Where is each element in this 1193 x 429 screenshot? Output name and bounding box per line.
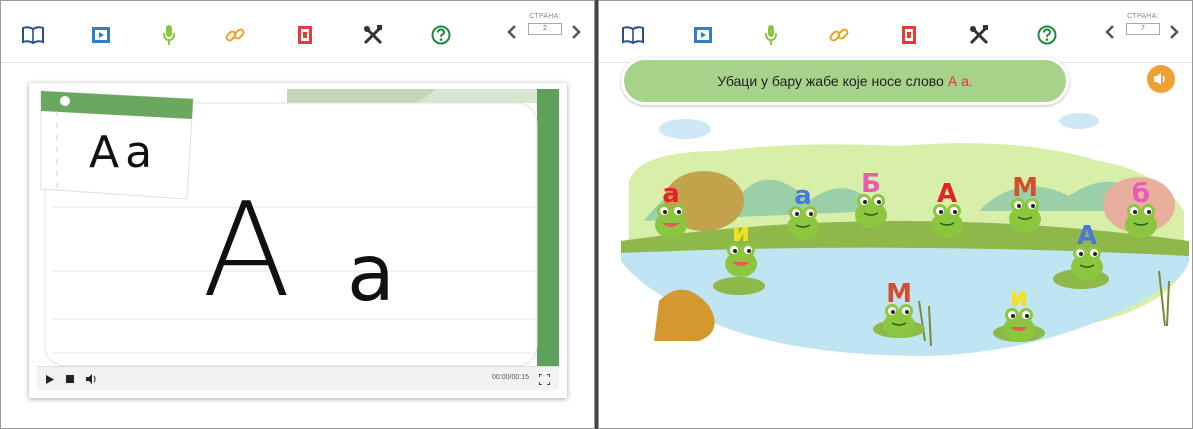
frog-item[interactable]: М (1003, 173, 1047, 235)
microphone-icon[interactable] (759, 23, 783, 47)
fullscreen-icon[interactable] (537, 372, 551, 386)
video-controls: 00:00/00:15 (37, 366, 559, 390)
frog-letter: а (794, 181, 812, 211)
instruction-letter: А а. (947, 73, 973, 89)
page-label: СТРАНА: (529, 13, 561, 20)
frog-item[interactable]: А (925, 179, 969, 241)
frog-letter: а (662, 179, 680, 209)
big-lowercase-letter: a (347, 229, 395, 319)
video-player: Aa A a 00:00/00:15 (29, 83, 567, 398)
page-number-input[interactable]: 2 (528, 23, 562, 35)
frog-letter: и (1009, 283, 1029, 313)
tools-icon[interactable] (967, 23, 991, 47)
tools-icon[interactable] (361, 23, 385, 47)
film-icon[interactable] (691, 23, 715, 47)
microphone-icon[interactable] (157, 23, 181, 47)
page-navigator: СТРАНА: 7 (1102, 13, 1184, 53)
right-panel: СТРАНА: 7 Убаци у бару жабе које носе сл… (598, 0, 1193, 429)
notebook-icon[interactable] (293, 23, 317, 47)
help-icon[interactable] (429, 23, 453, 47)
instruction-text: Убаци у бару жабе које носе слово (717, 73, 944, 89)
page-number-input[interactable]: 7 (1126, 23, 1160, 35)
toolbar: СТРАНА: 2 (1, 1, 594, 63)
frog-letter: б (1131, 179, 1151, 209)
frog-letter: и (731, 218, 751, 248)
frog-letter: М (886, 279, 912, 309)
frog-item[interactable]: а (781, 181, 825, 243)
instruction-bubble: Убаци у бару жабе које носе слово А а. (621, 57, 1069, 105)
big-uppercase-letter: A (202, 174, 291, 326)
frog-item[interactable]: а (649, 179, 693, 241)
sound-icon[interactable] (1147, 65, 1175, 93)
volume-icon[interactable] (85, 372, 99, 386)
previous-page-button[interactable] (1102, 21, 1118, 43)
previous-page-button[interactable] (504, 21, 520, 43)
book-icon[interactable] (621, 23, 645, 47)
page-navigator: СТРАНА: 2 (504, 13, 586, 53)
book-icon[interactable] (21, 23, 45, 47)
screenshot: СТРАНА: 2 Aa A a 00:00/00:15 СТРАНА: 7 У… (0, 0, 1193, 429)
toolbar: СТРАНА: 7 (599, 1, 1192, 63)
frog-item[interactable]: Б (849, 169, 893, 231)
play-icon[interactable] (43, 372, 57, 386)
link-icon[interactable] (827, 23, 851, 47)
frog-item[interactable]: и (719, 218, 763, 280)
card-letters: Aa (89, 127, 159, 178)
link-icon[interactable] (223, 23, 247, 47)
video-frame: Aa A a (37, 89, 559, 366)
page-label: СТРАНА: (1127, 13, 1159, 20)
notebook-icon[interactable] (897, 23, 921, 47)
frog-letter: Б (861, 169, 881, 199)
frog-item[interactable]: А (1065, 221, 1109, 283)
next-page-button[interactable] (1166, 21, 1182, 43)
frog-item[interactable]: и (997, 283, 1041, 345)
frog-item[interactable]: б (1119, 179, 1163, 241)
frog-item[interactable]: М (877, 279, 921, 341)
video-time: 00:00/00:15 (492, 374, 529, 381)
help-icon[interactable] (1035, 23, 1059, 47)
stop-icon[interactable] (63, 372, 77, 386)
left-panel: СТРАНА: 2 Aa A a 00:00/00:15 (0, 0, 595, 429)
next-page-button[interactable] (568, 21, 584, 43)
frog-letter: М (1012, 173, 1038, 203)
frog-letter: А (1076, 221, 1098, 251)
film-icon[interactable] (89, 23, 113, 47)
frog-letter: А (936, 179, 958, 209)
